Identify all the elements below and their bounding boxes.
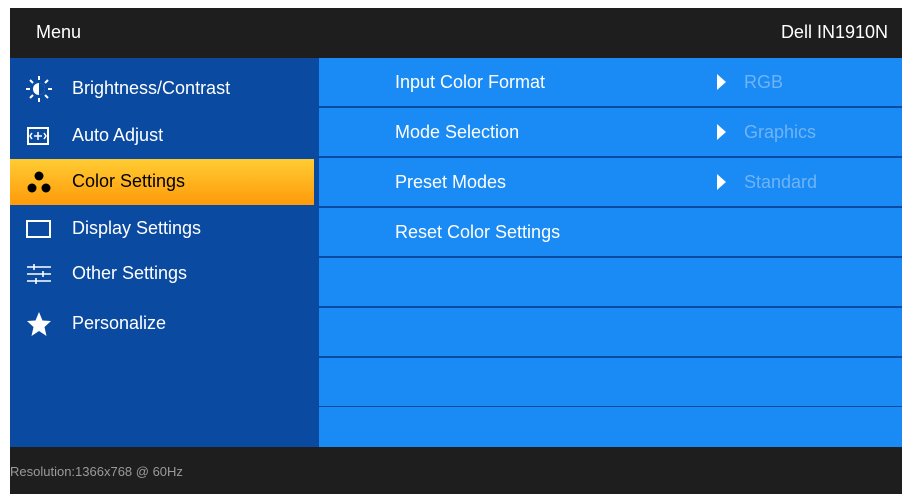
monitor-model: Dell IN1910N (780, 22, 888, 42)
sidebar-item-label: Brightness/Contrast (72, 78, 231, 98)
brightness-icon (26, 76, 52, 102)
sidebar-item-label: Auto Adjust (72, 125, 164, 145)
setting-mode-selection[interactable]: Mode Selection Graphics (319, 108, 902, 156)
setting-empty-row (319, 407, 902, 447)
setting-label: Preset Modes (395, 172, 507, 192)
setting-value: Graphics (744, 122, 817, 142)
sidebar-item-auto-adjust[interactable]: Auto Adjust (10, 113, 314, 159)
setting-preset-modes[interactable]: Preset Modes Standard (319, 158, 902, 206)
setting-empty-row (319, 258, 902, 306)
sidebar-item-color-settings[interactable]: Color Settings (10, 159, 314, 205)
setting-label: Mode Selection (395, 122, 520, 142)
setting-value: Standard (744, 172, 818, 192)
star-icon (27, 312, 51, 336)
setting-empty-row (319, 308, 902, 356)
osd-menu: Menu Dell IN1910N Brightness/Contrast Au… (10, 8, 902, 494)
sidebar-item-other-settings[interactable]: Other Settings (10, 251, 314, 297)
sidebar-item-brightness-contrast[interactable]: Brightness/Contrast (10, 66, 314, 112)
sidebar-item-label: Other Settings (72, 263, 188, 283)
osd-footer: Resolution:1366x768 @ 60Hz (10, 447, 902, 494)
sidebar-item-label: Display Settings (72, 218, 202, 238)
right-arrow-icon (717, 174, 726, 190)
settings-panel: Input Color Format RGB Mode Selection Gr… (314, 58, 902, 447)
osd-sidebar: Brightness/Contrast Auto Adjust Color Se… (10, 58, 314, 447)
resolution-status: Resolution:1366x768 @ 60Hz (10, 464, 183, 479)
sidebar-item-label: Personalize (72, 313, 167, 333)
setting-empty-row (319, 358, 902, 406)
setting-label: Input Color Format (395, 72, 546, 92)
setting-label: Reset Color Settings (395, 222, 561, 242)
display-icon (26, 220, 51, 238)
setting-input-color-format[interactable]: Input Color Format RGB (319, 58, 902, 106)
sidebar-item-personalize[interactable]: Personalize (10, 301, 314, 347)
setting-reset-color-settings[interactable]: Reset Color Settings (319, 208, 902, 256)
right-arrow-icon (717, 74, 726, 90)
osd-header: Menu Dell IN1910N (10, 8, 902, 58)
auto-adjust-icon (27, 127, 49, 145)
sidebar-item-label: Color Settings (72, 171, 186, 191)
sliders-icon (27, 264, 51, 284)
menu-title: Menu (36, 22, 82, 42)
right-arrow-icon (717, 124, 726, 140)
sidebar-item-display-settings[interactable]: Display Settings (10, 206, 314, 252)
setting-value: RGB (744, 72, 784, 92)
color-settings-icon (27, 171, 51, 193)
